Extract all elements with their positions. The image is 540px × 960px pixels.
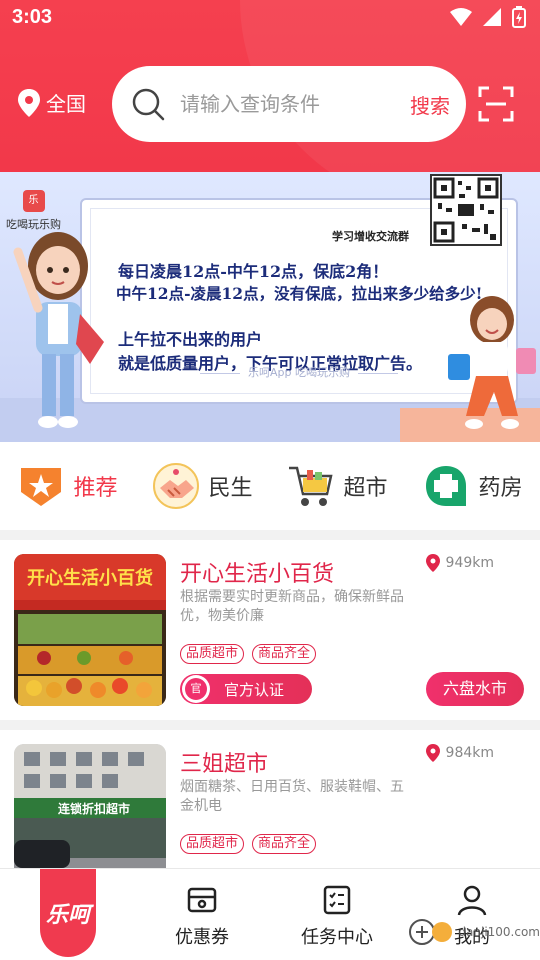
shopping-cart-icon: [289, 466, 334, 506]
location-pin-icon: [425, 554, 440, 572]
wifi-icon: [450, 8, 472, 26]
status-time: 3:03: [12, 6, 53, 28]
location-label: 全国: [46, 92, 86, 116]
svg-text:开心生活小百货: 开心生活小百货: [27, 567, 153, 589]
area-button[interactable]: 六盘水市: [426, 672, 524, 706]
nav-coupons[interactable]: 优惠券: [152, 883, 252, 949]
banner-line-1: 每日凌晨12点-中午12点，保底2角！: [118, 262, 389, 281]
shop-tags: 品质超市 商品齐全: [180, 644, 317, 664]
location-selector[interactable]: 全国: [18, 88, 86, 117]
svg-text:连锁折扣超市: 连锁折扣超市: [58, 801, 130, 816]
category-bar: 推荐 民生 超市 药房: [0, 442, 540, 530]
status-bar: 3:03: [0, 0, 540, 38]
distance-value: 984km: [445, 745, 494, 761]
shop-card[interactable]: 连锁折扣超市 三姐超市 984km 烟面糖茶、日用百货、服装鞋帽、五金机电 品质…: [0, 730, 540, 880]
header: 3:03 全国 请输入查询条件 搜索: [0, 0, 540, 172]
promo-banner[interactable]: 乐 吃喝玩乐购 学习增收交流群 每日凌晨12点-中午12点，保底2角！ 中午12…: [0, 172, 540, 442]
cartoon-girl-left-illustration: [13, 232, 104, 428]
distance-value: 949km: [445, 555, 494, 571]
banner-line-3: 上午拉不出来的用户: [118, 330, 263, 349]
shop-thumbnail: 连锁折扣超市: [14, 744, 166, 880]
shop-card[interactable]: 开心生活小百货 开心生活小百货 949km 根据需要实时更新商品，确保新鲜品优，…: [0, 540, 540, 720]
search-icon: [132, 88, 165, 121]
shield-star-icon: [21, 468, 62, 506]
handshake-icon: [153, 463, 200, 509]
shop-thumbnail: 开心生活小百货: [14, 554, 166, 706]
watermark-logo-icon: [409, 919, 453, 945]
shop-description: 烟面糖茶、日用百货、服装鞋帽、五金机电: [180, 779, 404, 814]
category-label: 民生: [208, 476, 253, 501]
task-list-icon: [323, 885, 351, 915]
category-recommend[interactable]: 推荐: [0, 462, 135, 510]
search-button[interactable]: 搜索: [410, 90, 450, 119]
shop-name[interactable]: 开心生活小百货: [180, 556, 334, 588]
search-input[interactable]: 请输入查询条件: [180, 92, 330, 116]
nav-task-center[interactable]: 任务中心: [287, 883, 387, 949]
signal-icon: [483, 8, 501, 26]
shop-tag: 商品齐全: [252, 644, 317, 664]
shop-tags: 品质超市 商品齐全: [180, 834, 317, 854]
location-pin-icon: [18, 88, 40, 117]
shop-tag: 品质超市: [180, 644, 245, 664]
brand-logo-icon: 乐: [22, 190, 45, 212]
certification-icon: 官: [182, 675, 210, 703]
shop-tag: 商品齐全: [252, 834, 317, 854]
category-label: 推荐: [73, 476, 118, 501]
category-supermarket[interactable]: 超市: [270, 462, 405, 510]
search-bar[interactable]: 请输入查询条件 搜索: [112, 66, 466, 142]
banner-tag: 学习增收交流群: [332, 230, 409, 243]
app-logo: 乐呵: [45, 903, 90, 928]
category-pharmacy[interactable]: 药房: [405, 462, 540, 510]
certification-label: 官方认证: [224, 680, 285, 699]
certification-badge-text: 官: [185, 678, 207, 700]
watermark-text: danji100.com: [458, 925, 540, 939]
nav-label: 优惠券: [175, 927, 229, 948]
watermark: danji100.com: [408, 917, 540, 947]
category-livelihood[interactable]: 民生: [135, 462, 270, 510]
battery-icon: [512, 6, 526, 28]
category-label: 药房: [478, 476, 523, 501]
nav-label: 任务中心: [301, 927, 373, 948]
official-certification-badge: 官 官方认证: [180, 674, 312, 704]
qr-code-icon: [430, 174, 502, 246]
shop-distance: 949km: [425, 554, 494, 572]
scan-icon[interactable]: [478, 86, 514, 122]
nav-home-button[interactable]: 乐呵: [40, 869, 96, 957]
status-icons: [450, 6, 526, 28]
shop-name[interactable]: 三姐超市: [180, 746, 268, 778]
profile-icon: [457, 885, 487, 916]
bottom-navigation: 乐呵 优惠券 任务中心 我的 danji100.com: [0, 868, 540, 960]
shop-distance: 984km: [425, 744, 494, 762]
coupon-icon: [187, 887, 217, 913]
shop-description: 根据需要实时更新商品，确保新鲜品优，物美价廉: [180, 589, 404, 624]
pharmacy-cross-icon: [426, 466, 467, 506]
shop-tag: 品质超市: [180, 834, 245, 854]
banner-line-2: 中午12点-凌晨12点，没有保底，拉出来多少给多少!: [116, 284, 483, 303]
location-pin-icon: [425, 744, 440, 762]
cartoon-girl-right-illustration: [448, 296, 536, 429]
category-label: 超市: [343, 476, 388, 501]
